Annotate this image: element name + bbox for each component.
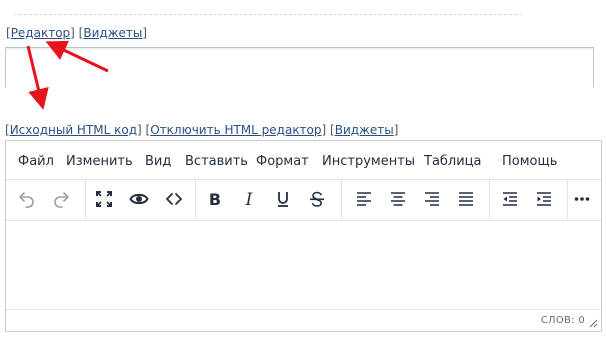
code-icon [166, 193, 182, 205]
html-source-link[interactable]: Исходный HTML код [10, 123, 137, 137]
fullscreen-icon [96, 191, 112, 207]
italic-button[interactable]: I [234, 184, 264, 214]
strikethrough-button[interactable] [302, 184, 332, 214]
menu-insert[interactable]: Вставить [185, 154, 248, 169]
formatting-group: B I [195, 180, 342, 219]
collapsed-editor-box[interactable] [5, 47, 594, 87]
word-count: СЛОВ: 0 [540, 315, 585, 326]
menu-view[interactable]: Вид [145, 154, 171, 169]
more-icon [574, 197, 590, 201]
more-button[interactable] [567, 184, 597, 214]
divider [14, 14, 522, 15]
preview-button[interactable] [124, 184, 154, 214]
svg-text:B: B [209, 190, 221, 209]
editor-link[interactable]: Редактор [11, 26, 70, 40]
align-center-icon [391, 192, 405, 206]
bold-icon: B [209, 190, 221, 209]
alignment-group [341, 180, 490, 219]
justify-icon [459, 192, 473, 206]
editor-content-area[interactable] [6, 220, 601, 309]
top-link-row: [Редактор] [Виджеты] [6, 26, 148, 40]
align-left-icon [357, 192, 371, 206]
underline-button[interactable] [268, 184, 298, 214]
undo-button[interactable] [12, 184, 42, 214]
strikethrough-icon [310, 191, 324, 207]
preview-icon [129, 193, 149, 205]
undo-icon [19, 192, 34, 208]
source-code-button[interactable] [159, 184, 189, 214]
outdent-button[interactable] [495, 184, 525, 214]
bottom-link-row: [Исходный HTML код] [Отключить HTML реда… [5, 123, 399, 137]
menu-tools[interactable]: Инструменты [322, 154, 415, 169]
indent-button[interactable] [529, 184, 559, 214]
menu-edit[interactable]: Изменить [66, 154, 133, 169]
indent-group [489, 180, 568, 219]
redo-icon [54, 192, 69, 208]
menu-file[interactable]: Файл [18, 154, 54, 169]
align-right-icon [425, 192, 439, 206]
disable-html-editor-link[interactable]: Отключить HTML редактор [150, 123, 321, 137]
outdent-icon [503, 192, 517, 206]
underline-icon [278, 192, 288, 207]
menubar: Файл Изменить Вид Вставить Формат Инстру… [6, 141, 601, 179]
widgets-link-2[interactable]: Виджеты [335, 123, 394, 137]
align-right-button[interactable] [417, 184, 447, 214]
menu-format[interactable]: Формат [256, 154, 309, 169]
rich-text-editor: Файл Изменить Вид Вставить Формат Инстру… [5, 140, 602, 332]
editor-top-edge [6, 48, 593, 51]
align-center-button[interactable] [383, 184, 413, 214]
menu-help[interactable]: Помощь [502, 154, 557, 169]
widgets-link[interactable]: Виджеты [83, 26, 142, 40]
resize-handle-icon[interactable] [589, 319, 598, 328]
history-group [6, 180, 86, 219]
indent-icon [537, 192, 551, 206]
menu-table[interactable]: Таблица [424, 154, 482, 169]
svg-text:I: I [245, 190, 253, 209]
bold-button[interactable]: B [200, 184, 230, 214]
justify-button[interactable] [451, 184, 481, 214]
toolbar: B I [6, 179, 601, 221]
fullscreen-button[interactable] [89, 184, 119, 214]
italic-icon: I [245, 190, 253, 209]
redo-button[interactable] [46, 184, 76, 214]
align-left-button[interactable] [349, 184, 379, 214]
statusbar: СЛОВ: 0 [6, 309, 601, 331]
view-group [85, 180, 196, 219]
